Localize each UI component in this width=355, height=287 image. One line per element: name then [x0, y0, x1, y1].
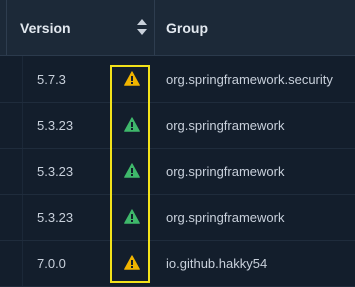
table-header: Version Group	[0, 0, 355, 56]
warning-triangle-icon	[124, 117, 140, 132]
warning-triangle-icon	[124, 71, 140, 86]
warning-triangle-icon	[124, 163, 140, 178]
table-row[interactable]: 5.3.23 org.springframework	[0, 148, 355, 195]
group-cell: org.springframework	[166, 163, 285, 179]
group-cell: org.springframework.security	[166, 71, 333, 87]
sort-up-down-icon[interactable]	[136, 18, 148, 36]
dependency-table: Version Group 5.7.3 org.springframework.s…	[0, 0, 355, 287]
table-row[interactable]: 5.3.23 org.springframework	[0, 102, 355, 149]
group-cell: org.springframework	[166, 117, 285, 133]
version-cell: 5.7.3	[37, 71, 66, 87]
table-row[interactable]: 5.7.3 org.springframework.security	[0, 56, 355, 103]
group-cell: io.github.hakky54	[166, 255, 268, 271]
table-row[interactable]: 5.3.23 org.springframework	[0, 194, 355, 241]
warning-triangle-icon	[124, 209, 140, 224]
table-row[interactable]: 7.0.0 io.github.hakky54	[0, 240, 355, 287]
version-cell: 5.3.23	[37, 117, 74, 133]
version-cell: 5.3.23	[37, 209, 74, 225]
column-header-group[interactable]: Group	[166, 0, 351, 55]
warning-triangle-icon	[124, 255, 140, 270]
group-cell: org.springframework	[166, 209, 285, 225]
header-divider	[154, 0, 155, 55]
column-header-version[interactable]: Version	[20, 0, 150, 55]
version-cell: 7.0.0	[37, 255, 66, 271]
version-cell: 5.3.23	[37, 163, 74, 179]
header-divider	[6, 0, 7, 55]
